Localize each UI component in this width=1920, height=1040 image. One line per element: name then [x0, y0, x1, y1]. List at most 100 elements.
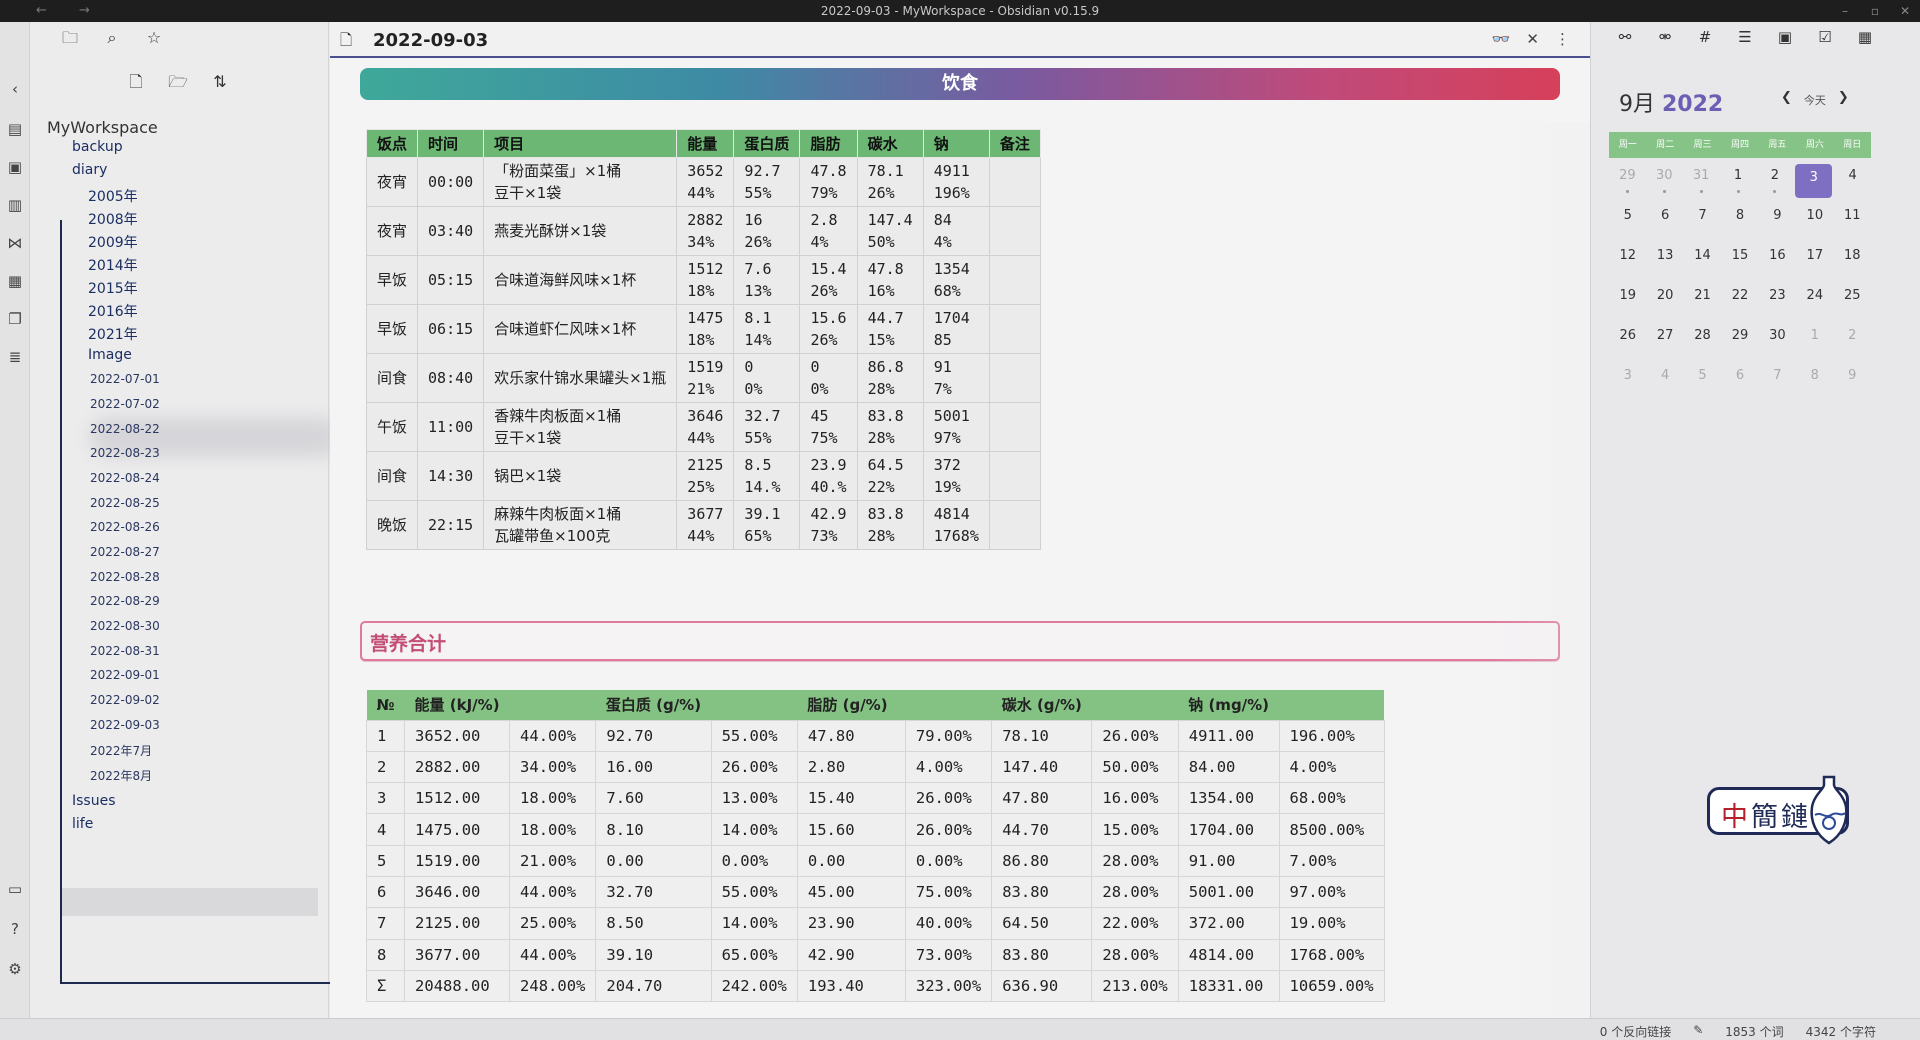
calendar-day[interactable]: 21: [1684, 284, 1721, 324]
today-button[interactable]: 今天: [1804, 90, 1826, 108]
calendar-day[interactable]: 14: [1684, 244, 1721, 284]
calendar-day[interactable]: 8: [1796, 364, 1833, 404]
calendar-day[interactable]: 1: [1796, 324, 1833, 364]
calendar-day[interactable]: 15: [1721, 244, 1758, 284]
backlinks-count[interactable]: 0 个反向链接: [1600, 1023, 1671, 1040]
table-icon[interactable]: ▦: [1855, 28, 1875, 46]
file-item[interactable]: 2022-08-24: [90, 471, 160, 485]
calendar-check-icon[interactable]: ☑: [1815, 28, 1835, 46]
calendar-day[interactable]: 6: [1721, 364, 1758, 404]
file-item[interactable]: 2022-08-22: [90, 422, 160, 436]
calendar-day[interactable]: 6: [1646, 204, 1683, 244]
calendar-day[interactable]: 26: [1609, 324, 1646, 364]
close-window-icon[interactable]: ✕: [1890, 0, 1920, 22]
table-icon[interactable]: ▤: [6, 120, 24, 138]
calendar-day[interactable]: 7: [1684, 204, 1721, 244]
calendar-day[interactable]: 31: [1683, 164, 1720, 204]
calendar-day[interactable]: 5: [1684, 364, 1721, 404]
calendar-day[interactable]: 29: [1721, 324, 1758, 364]
calendar-day[interactable]: 25: [1834, 284, 1871, 324]
folder-item[interactable]: 2005年: [88, 186, 138, 206]
calendar-day[interactable]: 19: [1609, 284, 1646, 324]
history-nav[interactable]: ← →: [36, 0, 104, 22]
folder-item[interactable]: Issues: [72, 793, 116, 809]
file-item[interactable]: 2022-08-27: [90, 545, 160, 559]
calendar-day[interactable]: 20: [1646, 284, 1683, 324]
outline-icon[interactable]: ☰: [1735, 28, 1755, 46]
sort-icon[interactable]: ⇅: [210, 72, 230, 92]
calendar-day[interactable]: 23: [1759, 284, 1796, 324]
folder-item[interactable]: 2016年: [88, 301, 138, 321]
calendar-day[interactable]: 28: [1684, 324, 1721, 364]
link-icon[interactable]: ⚯: [1615, 28, 1635, 46]
file-item[interactable]: 2022-08-23: [90, 446, 160, 460]
calendar-day[interactable]: 4: [1834, 164, 1871, 204]
folder-item[interactable]: backup: [72, 139, 123, 155]
file-item[interactable]: 2022-09-01: [90, 668, 160, 682]
file-item[interactable]: 2022年7月: [90, 742, 152, 759]
file-item[interactable]: 2022-08-31: [90, 644, 160, 658]
next-month-icon[interactable]: ❯: [1838, 90, 1849, 108]
prev-month-icon[interactable]: ❮: [1781, 90, 1792, 108]
edit-icon[interactable]: ✎: [1693, 1023, 1703, 1040]
calendar-day[interactable]: 24: [1796, 284, 1833, 324]
folder-item[interactable]: 2014年: [88, 255, 138, 275]
folder-item[interactable]: life: [72, 816, 93, 832]
calendar-check-icon[interactable]: ▦: [6, 272, 24, 290]
file-explorer-icon[interactable]: 🗀: [60, 28, 80, 48]
collapse-left-icon[interactable]: ‹: [6, 80, 24, 98]
copy-icon[interactable]: ❐: [6, 310, 24, 328]
minimize-icon[interactable]: –: [1830, 0, 1860, 22]
more-options-icon[interactable]: ⋮: [1555, 30, 1570, 48]
file-item[interactable]: 2022-08-30: [90, 619, 160, 633]
file-item[interactable]: 2022-08-26: [90, 520, 160, 534]
calendar-day[interactable]: 30: [1759, 324, 1796, 364]
calendar-icon[interactable]: ▣: [1775, 28, 1795, 46]
new-folder-icon[interactable]: 🗁: [168, 72, 188, 92]
calendar-day[interactable]: 8: [1721, 204, 1758, 244]
calendar-day[interactable]: 17: [1796, 244, 1833, 284]
calendar-day[interactable]: 12: [1609, 244, 1646, 284]
file-item[interactable]: 2022-07-02: [90, 397, 160, 411]
calendar-day[interactable]: 4: [1646, 364, 1683, 404]
calendar-day[interactable]: 9: [1759, 204, 1796, 244]
search-icon[interactable]: ⌕: [102, 28, 122, 48]
maximize-icon[interactable]: ▫: [1860, 0, 1890, 22]
calendar-day[interactable]: 13: [1646, 244, 1683, 284]
notes-icon[interactable]: ▥: [6, 196, 24, 214]
calendar-day[interactable]: 18: [1834, 244, 1871, 284]
calendar-day[interactable]: 30: [1646, 164, 1683, 204]
calendar-day[interactable]: 11: [1834, 204, 1871, 244]
file-item[interactable]: 2022-07-01: [90, 372, 160, 386]
folder-item[interactable]: 2021年: [88, 324, 138, 344]
file-item[interactable]: 2022-08-28: [90, 570, 160, 584]
unlink-icon[interactable]: ⚮: [1655, 28, 1675, 46]
calendar-day[interactable]: 10: [1796, 204, 1833, 244]
vault-name[interactable]: MyWorkspace: [47, 118, 158, 137]
calendar-day[interactable]: 22: [1721, 284, 1758, 324]
star-icon[interactable]: ☆: [144, 28, 164, 48]
folder-item[interactable]: diary: [72, 162, 107, 178]
folder-item[interactable]: 2008年: [88, 209, 138, 229]
reading-view-icon[interactable]: 👓: [1492, 30, 1511, 48]
calendar-day[interactable]: 16: [1759, 244, 1796, 284]
calendar-day[interactable]: 7: [1759, 364, 1796, 404]
file-item[interactable]: 2022-08-29: [90, 594, 160, 608]
calendar-day[interactable]: 5: [1609, 204, 1646, 244]
tag-icon[interactable]: #: [1695, 28, 1715, 46]
settings-icon[interactable]: ⚙: [6, 960, 24, 978]
calendar-day[interactable]: 29: [1609, 164, 1646, 204]
calendar-day[interactable]: 27: [1646, 324, 1683, 364]
new-note-icon[interactable]: 🗋: [126, 72, 146, 92]
file-item[interactable]: 2022-09-02: [90, 693, 160, 707]
graph-icon[interactable]: ⋈: [6, 234, 24, 252]
window-controls[interactable]: – ▫ ✕: [1830, 0, 1920, 22]
note-title[interactable]: 2022-09-03: [373, 30, 488, 51]
file-item[interactable]: 2022-08-25: [90, 496, 160, 510]
calendar-day[interactable]: 3: [1609, 364, 1646, 404]
calendar-day[interactable]: 2: [1756, 164, 1793, 204]
close-tab-icon[interactable]: ✕: [1526, 30, 1539, 48]
vault-switch-icon[interactable]: ▭: [6, 880, 24, 898]
calendar-day-icon[interactable]: ▣: [6, 158, 24, 176]
folder-item[interactable]: Image: [88, 347, 132, 363]
